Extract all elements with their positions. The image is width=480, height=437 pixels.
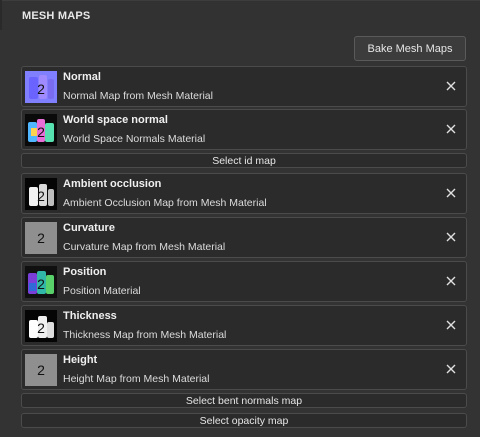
tab-bar: MESH MAPS [0,0,480,30]
map-row-height[interactable]: 2 Height Height Map from Mesh Material [21,349,467,390]
map-title: Position [63,266,107,278]
normal-thumbnail-icon: 2 [25,71,57,103]
close-icon[interactable] [444,230,458,244]
map-row-position[interactable]: 2 Position Position Material [21,261,467,302]
ambient-occlusion-thumbnail-icon: 2 [25,178,57,210]
close-icon[interactable] [444,122,458,136]
map-title: Ambient occlusion [63,178,162,190]
position-thumbnail-icon: 2 [25,266,57,298]
tab-mesh-maps[interactable]: MESH MAPS [2,0,480,30]
map-title: Curvature [63,222,115,234]
map-row-world-space-normal[interactable]: 2 World space normal World Space Normals… [21,109,467,150]
thumb-digit: 2 [37,81,45,97]
thumb-digit: 2 [37,362,45,378]
panel-title: MESH MAPS [22,10,91,22]
map-title: Height [63,354,98,366]
thumb-digit: 2 [37,188,45,204]
curvature-thumbnail-icon: 2 [25,222,57,254]
close-icon[interactable] [444,186,458,200]
map-title: Thickness [63,310,117,322]
mesh-maps-panel: MESH MAPS Bake Mesh Maps 2 Normal Normal… [0,0,480,437]
map-row-ambient-occlusion[interactable]: 2 Ambient occlusion Ambient Occlusion Ma… [21,173,467,214]
map-subtitle: Thickness Map from Mesh Material [63,329,227,341]
thumb-digit: 2 [37,230,45,246]
map-title: World space normal [63,114,168,126]
height-thumbnail-icon: 2 [25,354,57,386]
map-row-normal[interactable]: 2 Normal Normal Map from Mesh Material [21,66,467,107]
thumb-digit: 2 [37,124,45,140]
select-bent-normals-map-button[interactable]: Select bent normals map [21,393,467,408]
thickness-thumbnail-icon: 2 [25,310,57,342]
map-row-thickness[interactable]: 2 Thickness Thickness Map from Mesh Mate… [21,305,467,346]
close-icon[interactable] [444,79,458,93]
map-subtitle: Curvature Map from Mesh Material [63,241,226,253]
map-subtitle: Ambient Occlusion Map from Mesh Material [63,197,267,209]
map-subtitle: Normal Map from Mesh Material [63,90,213,102]
map-row-curvature[interactable]: 2 Curvature Curvature Map from Mesh Mate… [21,217,467,258]
map-subtitle: Position Material [63,285,141,297]
bake-mesh-maps-button[interactable]: Bake Mesh Maps [354,36,466,61]
map-subtitle: Height Map from Mesh Material [63,373,210,385]
world-space-normal-thumbnail-icon: 2 [25,114,57,146]
map-subtitle: World Space Normals Material [63,133,206,145]
close-icon[interactable] [444,274,458,288]
close-icon[interactable] [444,362,458,376]
close-icon[interactable] [444,318,458,332]
thumb-digit: 2 [37,320,45,336]
thumb-digit: 2 [37,276,45,292]
select-id-map-button[interactable]: Select id map [21,153,467,168]
select-opacity-map-button[interactable]: Select opacity map [21,413,467,428]
map-title: Normal [63,71,101,83]
